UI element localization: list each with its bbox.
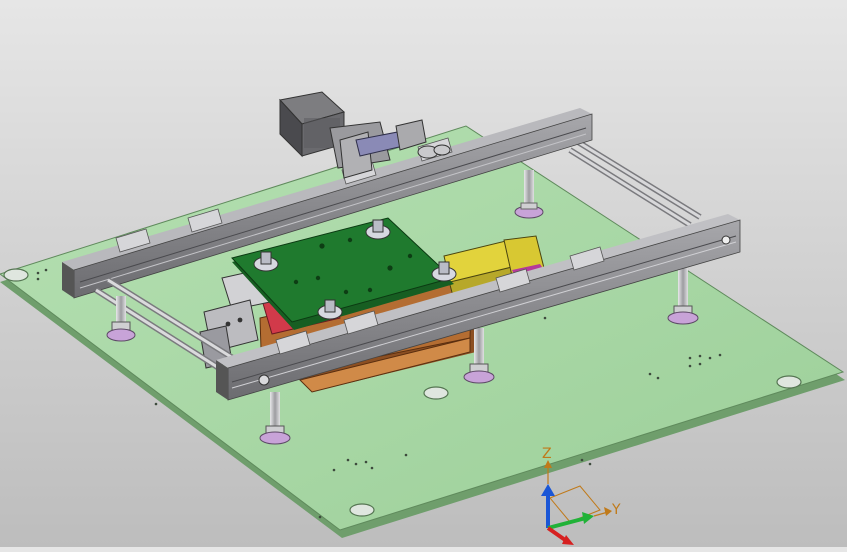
y-axis-label: Y — [611, 502, 621, 518]
cad-viewport[interactable]: Z Y — [0, 0, 847, 547]
z-axis-label: Z — [542, 446, 552, 462]
model-canvas[interactable]: Z Y — [0, 0, 847, 547]
